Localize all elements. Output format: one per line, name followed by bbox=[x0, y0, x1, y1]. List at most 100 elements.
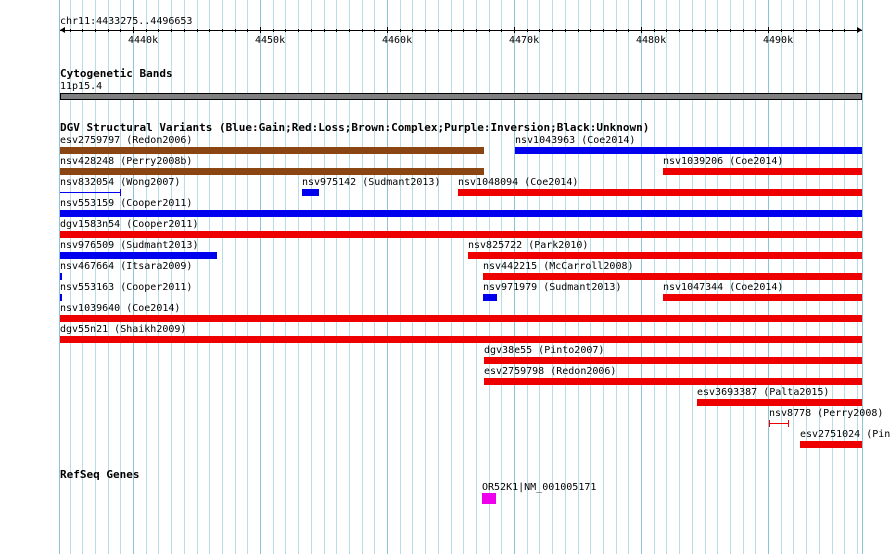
ruler-minor-tick bbox=[806, 29, 807, 32]
feature-label: dgv1583n54 (Cooper2011) bbox=[60, 219, 199, 230]
feature-label: nsv1043963 (Coe2014) bbox=[515, 135, 636, 146]
feature-bar[interactable] bbox=[800, 441, 862, 448]
ruler-minor-tick bbox=[844, 29, 845, 32]
feature-bar[interactable] bbox=[515, 147, 862, 154]
grid-line bbox=[412, 0, 413, 554]
feature-label: nsv1039206 (Coe2014) bbox=[663, 156, 784, 167]
feature-label: nsv553163 (Cooper2011) bbox=[60, 282, 193, 293]
ruler-minor-tick bbox=[120, 29, 121, 32]
grid-line bbox=[451, 0, 452, 554]
ruler-major-tick bbox=[641, 27, 642, 33]
feature-bar[interactable] bbox=[60, 192, 121, 193]
ruler-minor-tick bbox=[666, 29, 667, 32]
ruler-minor-tick bbox=[285, 29, 286, 32]
ruler-major-tick bbox=[514, 27, 515, 33]
grid-line bbox=[349, 0, 350, 554]
ruler-minor-tick bbox=[717, 29, 718, 32]
ruler-minor-tick bbox=[857, 29, 858, 32]
view-edge-line bbox=[862, 0, 863, 554]
ruler-minor-tick bbox=[832, 29, 833, 32]
grid-line bbox=[336, 0, 337, 554]
tick-label-4470k: 4470k bbox=[509, 35, 540, 46]
ruler-minor-tick bbox=[412, 29, 413, 32]
feature-bar[interactable] bbox=[483, 294, 497, 301]
grid-line bbox=[171, 0, 172, 554]
grid-line bbox=[298, 0, 299, 554]
feature-bar[interactable] bbox=[663, 168, 862, 175]
feature-bar-end bbox=[120, 189, 121, 196]
feature-bar[interactable] bbox=[60, 273, 62, 280]
feature-bar[interactable] bbox=[769, 423, 789, 424]
tick-label-4440k: 4440k bbox=[128, 35, 159, 46]
ruler-minor-tick bbox=[679, 29, 680, 32]
grid-line bbox=[400, 0, 401, 554]
ruler-minor-tick bbox=[158, 29, 159, 32]
grid-line bbox=[476, 0, 477, 554]
grid-line bbox=[197, 0, 198, 554]
ruler-minor-tick bbox=[425, 29, 426, 32]
feature-bar[interactable] bbox=[302, 189, 319, 196]
ruler-minor-tick bbox=[743, 29, 744, 32]
ruler-minor-tick bbox=[539, 29, 540, 32]
ruler-minor-tick bbox=[793, 29, 794, 32]
ruler-minor-tick bbox=[324, 29, 325, 32]
ruler-left-arrow bbox=[60, 27, 65, 33]
ruler-minor-tick bbox=[247, 29, 248, 32]
feature-bar[interactable] bbox=[468, 252, 862, 259]
refseq-track-title: RefSeq Genes bbox=[60, 468, 140, 481]
ruler-minor-tick bbox=[82, 29, 83, 32]
feature-bar[interactable] bbox=[484, 357, 862, 364]
ruler-major-tick bbox=[387, 27, 388, 33]
ruler-minor-tick bbox=[819, 29, 820, 32]
feature-bar[interactable] bbox=[697, 399, 862, 406]
tick-label-4490k: 4490k bbox=[763, 35, 794, 46]
feature-bar[interactable] bbox=[60, 168, 484, 175]
feature-bar[interactable] bbox=[60, 315, 862, 322]
feature-bar[interactable] bbox=[60, 336, 862, 343]
feature-bar[interactable] bbox=[484, 378, 862, 385]
ruler-minor-tick bbox=[95, 29, 96, 32]
ruler-minor-tick bbox=[755, 29, 756, 32]
ruler-minor-tick bbox=[527, 29, 528, 32]
ruler-minor-tick bbox=[222, 29, 223, 32]
ruler-coordinates: chr11:4433275..4496653 bbox=[60, 16, 193, 27]
feature-label: nsv976509 (Sudmant2013) bbox=[60, 240, 199, 251]
feature-label: nsv1047344 (Coe2014) bbox=[663, 282, 784, 293]
ruler-minor-tick bbox=[171, 29, 172, 32]
feature-label: nsv428248 (Perry2008b) bbox=[60, 156, 193, 167]
ruler-minor-tick bbox=[362, 29, 363, 32]
ruler-minor-tick bbox=[578, 29, 579, 32]
feature-label: nsv975142 (Sudmant2013) bbox=[302, 177, 441, 188]
ruler-minor-tick bbox=[476, 29, 477, 32]
grid-line bbox=[184, 0, 185, 554]
gene-feature[interactable] bbox=[482, 493, 496, 504]
feature-bar[interactable] bbox=[60, 210, 862, 217]
feature-bar[interactable] bbox=[483, 273, 862, 280]
grid-line bbox=[285, 0, 286, 554]
grid-line bbox=[158, 0, 159, 554]
ruler-minor-tick bbox=[235, 29, 236, 32]
feature-bar[interactable] bbox=[458, 189, 862, 196]
cytoband-bar[interactable] bbox=[60, 93, 862, 100]
grid-line bbox=[374, 0, 375, 554]
ruler-minor-tick bbox=[70, 29, 71, 32]
feature-bar[interactable] bbox=[60, 294, 62, 301]
feature-label: nsv1039640 (Coe2014) bbox=[60, 303, 181, 314]
feature-bar[interactable] bbox=[60, 147, 484, 154]
feature-bar[interactable] bbox=[60, 252, 217, 259]
feature-label: esv2759798 (Redon2006) bbox=[484, 366, 617, 377]
cytoband-track-title: Cytogenetic Bands bbox=[60, 67, 173, 80]
ruler-minor-tick bbox=[184, 29, 185, 32]
tick-label-4460k: 4460k bbox=[382, 35, 413, 46]
ruler-major-tick bbox=[260, 27, 261, 33]
grid-line bbox=[222, 0, 223, 554]
ruler-minor-tick bbox=[781, 29, 782, 32]
ruler-minor-tick bbox=[146, 29, 147, 32]
ruler-minor-tick bbox=[336, 29, 337, 32]
ruler-minor-tick bbox=[565, 29, 566, 32]
ruler-minor-tick bbox=[374, 29, 375, 32]
feature-label: nsv1048094 (Coe2014) bbox=[458, 177, 579, 188]
feature-bar[interactable] bbox=[663, 294, 862, 301]
feature-bar[interactable] bbox=[60, 231, 862, 238]
grid-line bbox=[425, 0, 426, 554]
